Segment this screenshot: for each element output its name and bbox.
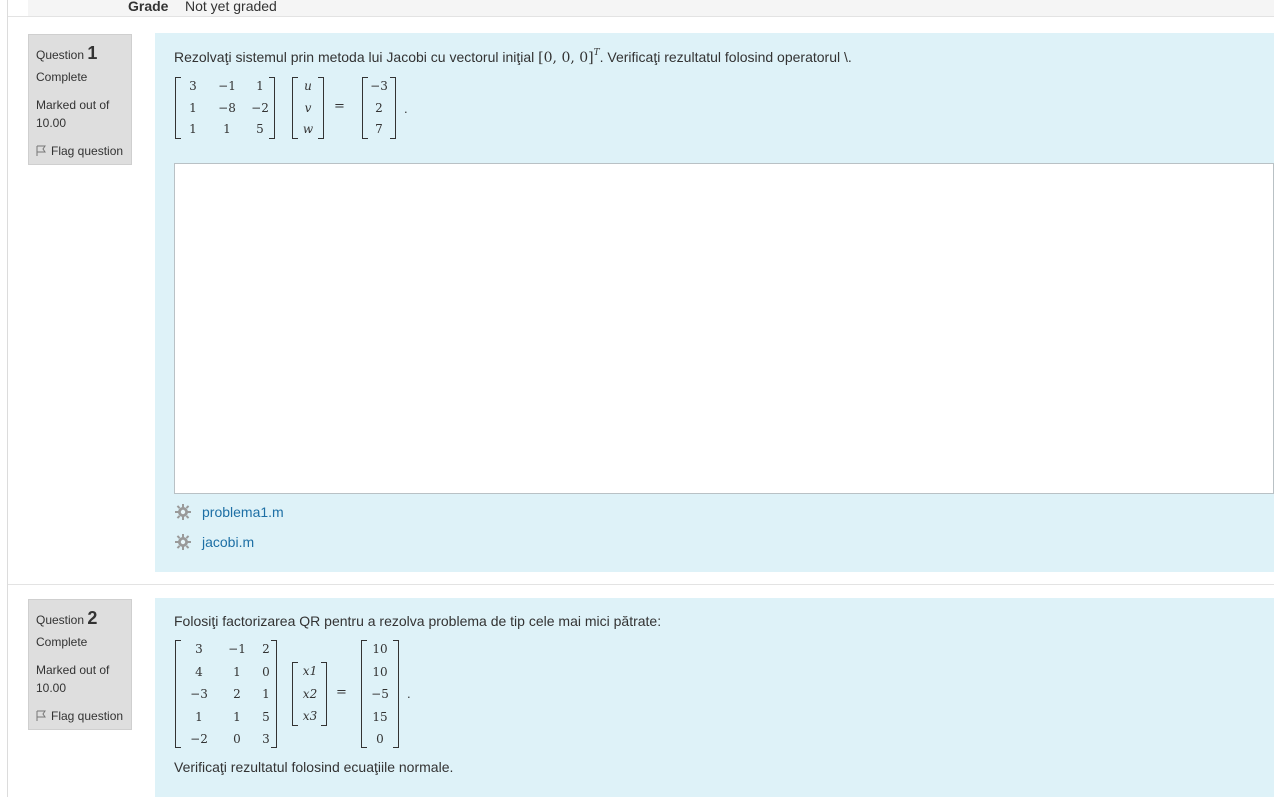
question-2-title: Question 2 [36, 608, 98, 628]
divider [8, 584, 1274, 585]
question-2-number: 2 [87, 608, 98, 628]
divider [8, 16, 1274, 17]
question-1-number: 1 [87, 43, 98, 63]
grade-label: Grade [128, 0, 169, 14]
attachment-link[interactable]: jacobi.m [202, 534, 254, 550]
unknowns-vector: x1 x2 x3 [292, 662, 327, 726]
question-1-text: Rezolvaţi sistemul prin metoda lui Jacob… [174, 48, 852, 66]
question-2-flag-button[interactable]: Flag question [36, 709, 124, 723]
rhs-vector: −3 2 7 [362, 77, 396, 139]
answer-text-area[interactable] [174, 163, 1274, 494]
coefficient-matrix: 3 −1 2 4 1 0 −3 2 1 1 1 5 −2 0 3 [175, 640, 277, 748]
gear-icon [174, 503, 192, 521]
question-2-text: Folosiţi factorizarea QR pentru a rezolv… [174, 613, 662, 629]
question-2-content: Folosiţi factorizarea QR pentru a rezolv… [155, 598, 1274, 797]
unknowns-vector: u v w [292, 77, 324, 139]
page-left-border [7, 0, 8, 797]
equals-sign: = [334, 99, 345, 114]
question-2-grade: Marked out of 10.00 [36, 663, 110, 695]
flag-icon [36, 710, 47, 722]
coefficient-matrix: 3 −1 1 1 −8 −2 1 1 5 [175, 77, 275, 139]
flag-icon [36, 145, 47, 157]
question-2-info: Question 2 Complete Marked out of 10.00 … [28, 599, 132, 730]
question-1-grade: Marked out of 10.00 [36, 98, 110, 130]
attachment-link[interactable]: problema1.m [202, 504, 284, 520]
initial-vector: [0, 0, 0] [538, 50, 594, 66]
equals-sign: = [336, 685, 347, 700]
question-1-info: Question 1 Complete Marked out of 10.00 … [28, 34, 132, 165]
attachment-item[interactable]: problema1.m [174, 503, 284, 521]
rhs-vector: 10 10 −5 15 0 [361, 640, 399, 748]
question-1-state: Complete [36, 70, 88, 84]
gear-icon [174, 533, 192, 551]
question-1-title: Question 1 [36, 43, 98, 63]
question-1-content: Rezolvaţi sistemul prin metoda lui Jacob… [155, 33, 1274, 572]
question-2-state: Complete [36, 635, 88, 649]
attachment-item[interactable]: jacobi.m [174, 533, 254, 551]
grade-value: Not yet graded [185, 0, 277, 14]
question-1-flag-button[interactable]: Flag question [36, 144, 124, 158]
question-2-followup-text: Verificaţi rezultatul folosind ecuaţiile… [174, 759, 454, 775]
